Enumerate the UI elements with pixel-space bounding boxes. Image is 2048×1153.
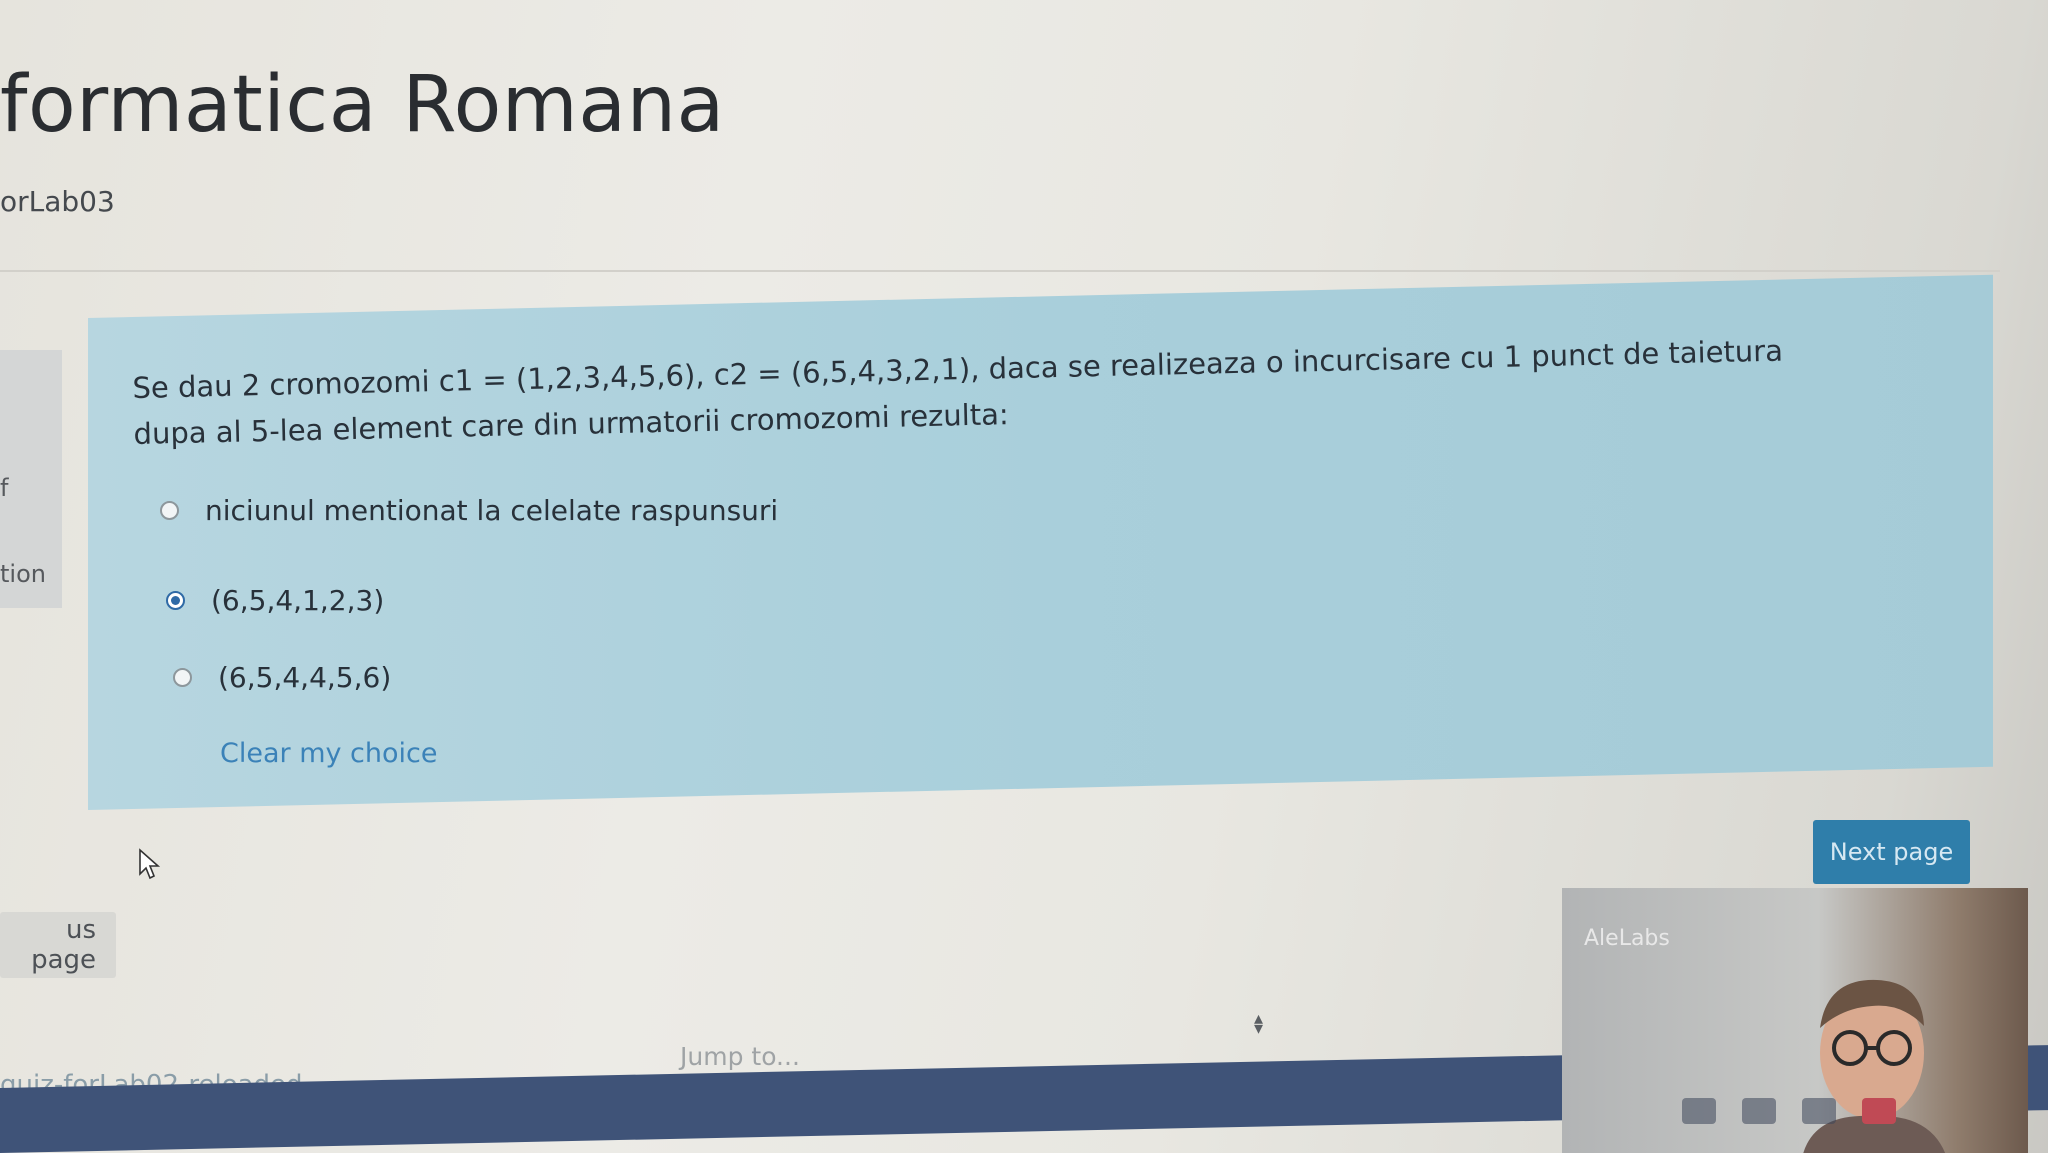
divider [0,270,2000,272]
answer-option-3[interactable]: (6,5,4,4,5,6) [173,661,391,694]
video-controls [1682,1098,1896,1124]
participant-name: AleLabs [1584,926,1670,951]
screen-share-icon[interactable] [1802,1098,1836,1124]
mouse-cursor-icon [139,848,161,880]
answer-option-label: (6,5,4,1,2,3) [211,584,385,617]
microphone-toggle-icon[interactable] [1742,1098,1776,1124]
previous-page-button[interactable]: us page [0,912,116,978]
end-call-icon[interactable] [1862,1098,1896,1124]
flag-question-label[interactable]: f [0,474,8,502]
clear-choice-link[interactable]: Clear my choice [220,738,438,769]
camera-toggle-icon[interactable] [1682,1098,1716,1124]
question-info-label: tion [0,560,46,588]
answer-option-2[interactable]: (6,5,4,1,2,3) [166,584,384,617]
radio-button[interactable] [173,668,192,687]
answer-option-1[interactable]: niciunul mentionat la celelate raspunsur… [160,494,778,527]
page-title: formatica Romana [0,60,725,150]
jump-to-placeholder: Jump to... [680,1041,800,1071]
breadcrumb[interactable]: orLab03 [0,185,115,218]
video-call-tile[interactable]: AleLabs [1562,888,2028,1153]
answer-option-label: (6,5,4,4,5,6) [218,661,392,694]
next-page-button[interactable]: Next page [1813,820,1970,884]
select-arrows-icon: ▴ ▾ [1254,1008,1264,1039]
radio-button[interactable] [160,501,179,520]
radio-button-selected[interactable] [166,591,185,610]
answer-option-label: niciunul mentionat la celelate raspunsur… [205,494,779,527]
